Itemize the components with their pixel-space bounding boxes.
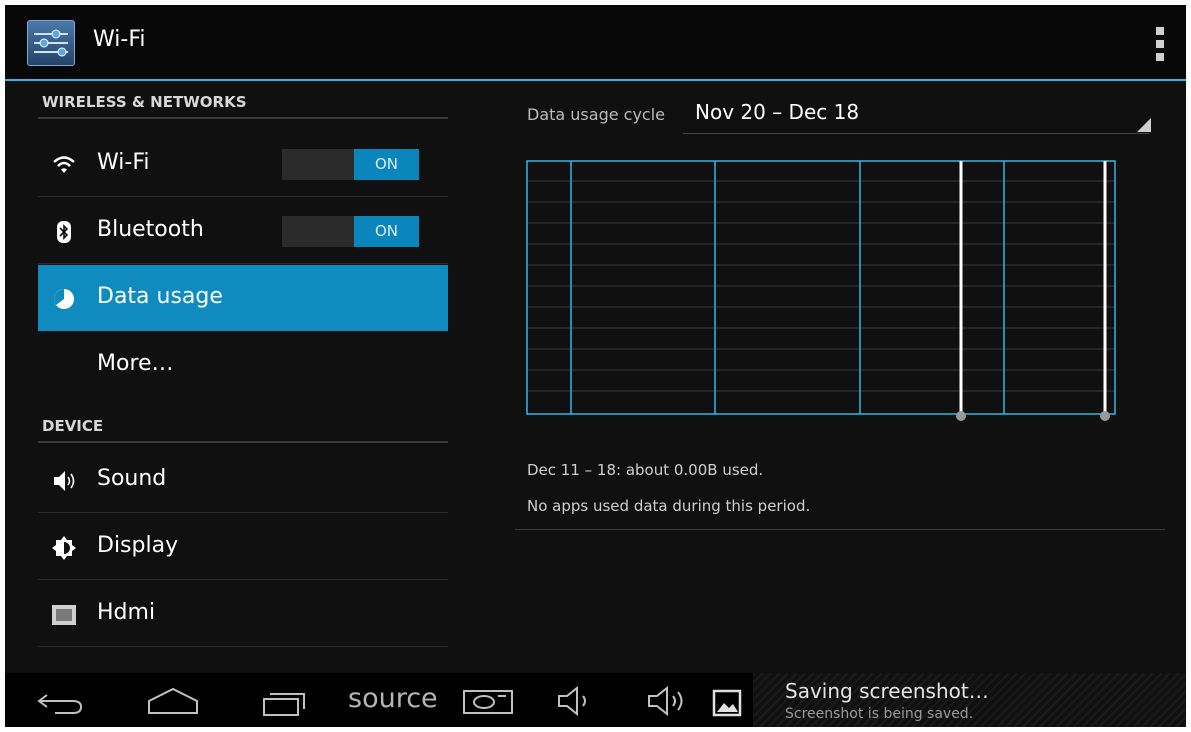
settings-sidebar: WIRELESS & NETWORKS Wi-Fi ON Bluetooth O… <box>5 81 505 673</box>
action-bar-title: Wi-Fi <box>93 27 146 52</box>
back-icon[interactable] <box>35 685 85 717</box>
sidebar-item-label: Data usage <box>97 284 223 309</box>
sidebar-item-wifi[interactable]: Wi-Fi ON <box>38 131 448 197</box>
chart-frame <box>526 160 1116 415</box>
sidebar-item-data-usage[interactable]: Data usage <box>38 265 448 331</box>
hdmi-icon <box>52 605 76 625</box>
sidebar-item-sound[interactable]: Sound <box>38 447 448 513</box>
cycle-dropdown[interactable]: Nov 20 – Dec 18 <box>695 100 859 124</box>
volume-up-icon[interactable] <box>645 685 695 717</box>
toggle-on-label: ON <box>354 216 419 247</box>
sidebar-item-bluetooth[interactable]: Bluetooth ON <box>38 198 448 264</box>
volume-down-icon[interactable] <box>555 685 599 717</box>
usage-summary-text: Dec 11 – 18: about 0.00B used. <box>527 461 764 479</box>
source-button[interactable]: source <box>348 683 438 714</box>
overflow-menu-icon[interactable] <box>1156 27 1164 61</box>
data-usage-chart <box>526 160 1116 421</box>
sidebar-item-label: Hdmi <box>97 600 156 625</box>
recent-apps-icon[interactable] <box>260 685 310 717</box>
settings-screen: Wi-Fi WIRELESS & NETWORKS Wi-Fi ON Bluet… <box>5 5 1186 727</box>
sidebar-item-label: Wi-Fi <box>97 150 150 175</box>
sidebar-item-label: More… <box>97 351 174 376</box>
sidebar-item-label: Sound <box>97 466 167 491</box>
toggle-on-label: ON <box>354 149 419 180</box>
image-icon[interactable] <box>712 687 742 719</box>
screenshot-notification[interactable]: Saving screenshot… Screenshot is being s… <box>753 673 1186 727</box>
sidebar-item-label: Display <box>97 533 179 558</box>
divider <box>515 529 1165 530</box>
cycle-underline <box>683 133 1149 134</box>
settings-sliders-icon[interactable] <box>27 20 75 66</box>
sidebar-item-label: Bluetooth <box>97 217 204 242</box>
speaker-icon <box>54 471 75 491</box>
sidebar-item-hdmi[interactable]: Hdmi <box>38 581 448 647</box>
dropdown-caret-icon[interactable] <box>1137 118 1151 132</box>
sidebar-item-more[interactable]: More… <box>38 332 448 398</box>
data-usage-panel: Data usage cycle Nov 20 – Dec 18 Dec 11 … <box>515 81 1175 673</box>
section-header-wireless: WIRELESS & NETWORKS <box>38 85 448 119</box>
notification-subtitle: Screenshot is being saved. <box>785 706 974 722</box>
section-header-device: DEVICE <box>38 409 448 443</box>
screenshot-icon[interactable] <box>460 685 516 717</box>
home-icon[interactable] <box>143 685 203 717</box>
range-handle-start[interactable] <box>956 161 966 421</box>
data-usage-icon <box>54 289 74 309</box>
cycle-label: Data usage cycle <box>527 105 666 124</box>
system-nav-bar: source Saving screenshot… Screenshot is … <box>5 673 1186 727</box>
wifi-toggle[interactable]: ON <box>282 149 419 180</box>
wifi-icon <box>53 156 75 173</box>
action-bar: Wi-Fi <box>5 5 1186 81</box>
no-apps-text: No apps used data during this period. <box>527 497 811 515</box>
brightness-icon <box>52 536 76 560</box>
range-handle-end[interactable] <box>1100 161 1110 421</box>
sidebar-item-display[interactable]: Display <box>38 514 448 580</box>
chart-week-dividers <box>570 161 1005 414</box>
bluetooth-toggle[interactable]: ON <box>282 216 419 247</box>
notification-title: Saving screenshot… <box>785 679 989 703</box>
chart-gridlines <box>527 180 1115 392</box>
bluetooth-icon <box>57 221 71 243</box>
